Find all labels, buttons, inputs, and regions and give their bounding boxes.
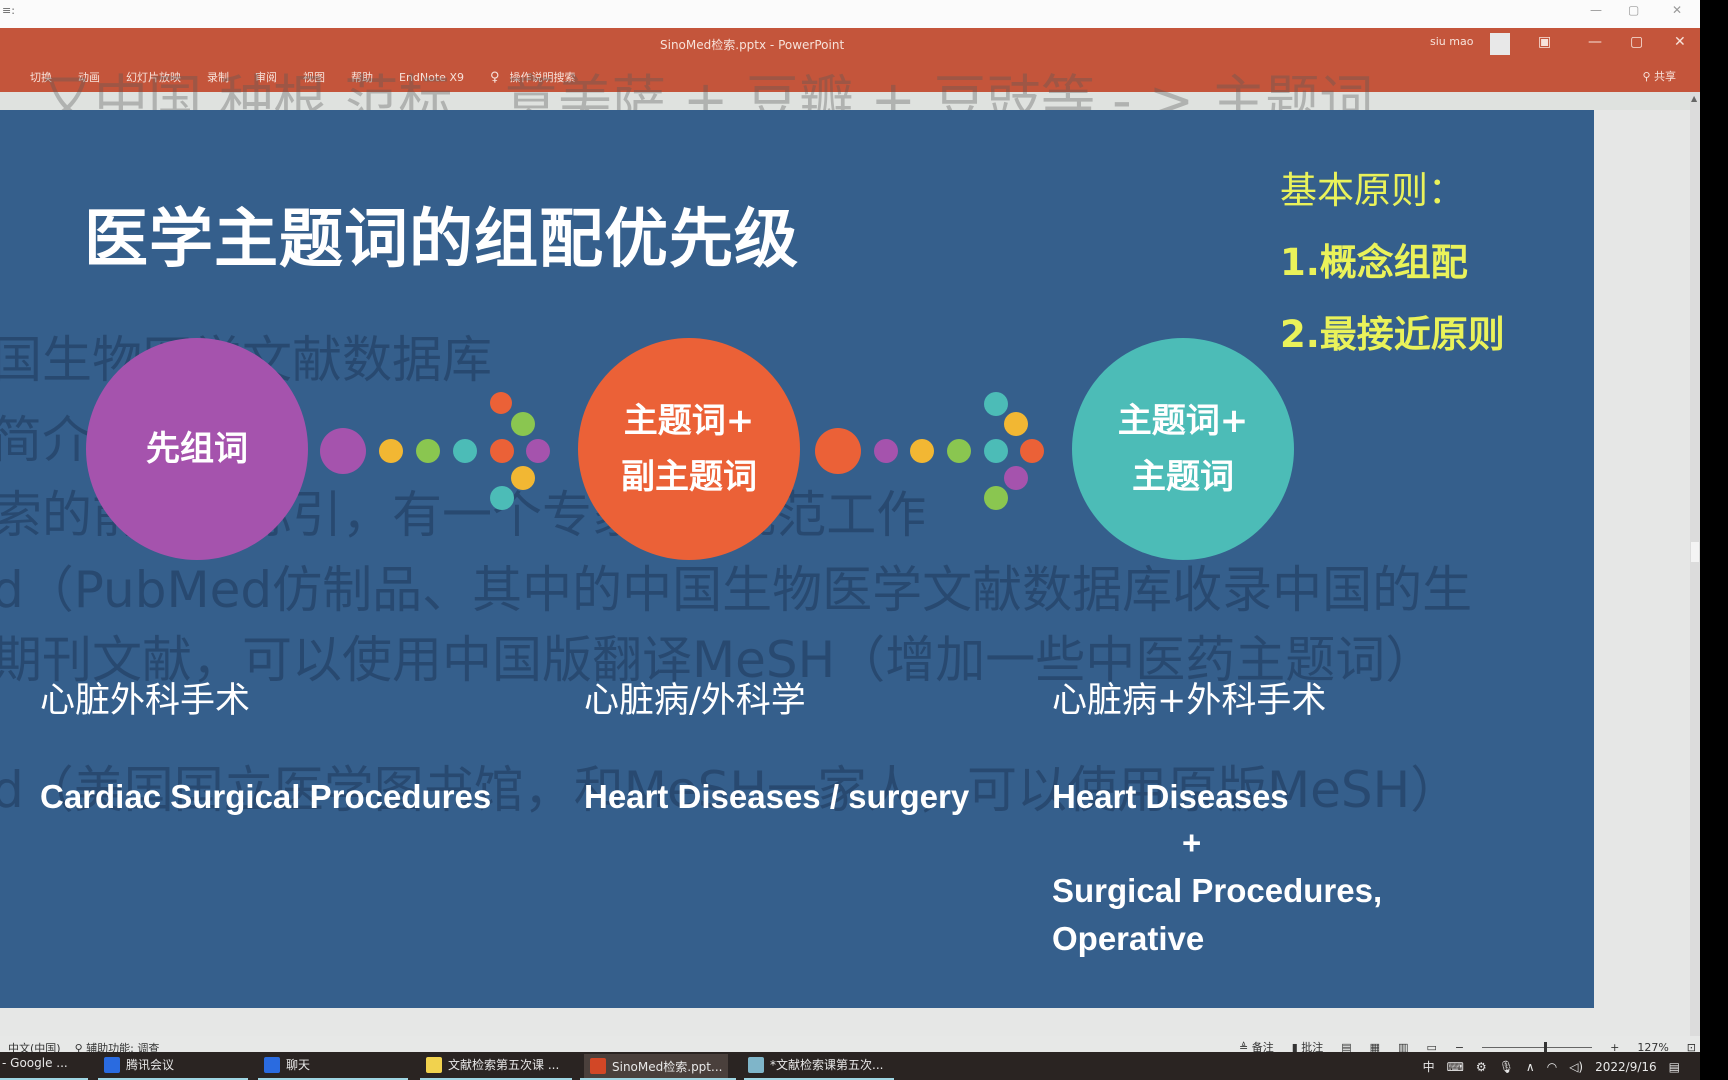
person-icon: ⚲: [1642, 70, 1654, 83]
term-en: Heart Diseases / surgery: [584, 778, 970, 815]
ime-indicator[interactable]: 中: [1423, 1058, 1435, 1075]
screen-edge: [1700, 0, 1728, 1080]
minimize-button[interactable]: —: [1590, 3, 1602, 17]
app-menu-icon[interactable]: ≡:: [2, 4, 15, 17]
clock-date[interactable]: 2022/9/16: [1595, 1060, 1657, 1074]
vertical-scrollbar[interactable]: ▲: [1690, 92, 1700, 1036]
microphone-icon[interactable]: 🎙: [1499, 1060, 1514, 1074]
circle-label: 先组词: [146, 429, 248, 469]
notifications-icon[interactable]: ▤: [1669, 1060, 1680, 1074]
arrow-dot: [1020, 439, 1044, 463]
arrow-dot: [947, 439, 971, 463]
scroll-up-icon[interactable]: ▲: [1691, 94, 1697, 103]
system-tray: 中 ⌨ ⚙ 🎙 ∧ ◠ ◁) 2022/9/16 ▤: [1423, 1058, 1680, 1075]
maximize-button[interactable]: ▢: [1628, 3, 1639, 17]
share-button[interactable]: ⚲ 共享: [1642, 68, 1676, 84]
ppt-close-button[interactable]: ✕: [1674, 34, 1686, 50]
taskbar-item-label: SinoMed检索.ppt...: [612, 1059, 723, 1074]
taskbar-item-chrome[interactable]: - Google ...: [2, 1056, 68, 1070]
circle-heading-heading: 主题词+ 主题词: [1072, 338, 1294, 560]
principles-box: 基本原则： 1.概念组配 2.最接近原则: [1280, 155, 1505, 371]
arrow-dot: [453, 439, 477, 463]
zoom-slider[interactable]: [1482, 1041, 1593, 1053]
term-en: Operative: [1052, 920, 1205, 957]
ghost-text-line: 简介: [0, 411, 92, 469]
settings-icon[interactable]: ⚙: [1476, 1060, 1487, 1074]
arrow-dot: [1004, 412, 1028, 436]
tencent-meeting-icon: [264, 1056, 280, 1073]
outer-window-titlebar: ≡: — ▢ ✕: [0, 0, 1700, 28]
ghost-text-line: d（PubMed仿制品、其中的中国生物医学文献数据库收录中国的生: [0, 561, 1473, 619]
user-name[interactable]: siu mao: [1430, 35, 1473, 48]
taskbar-item-powerpoint[interactable]: SinoMed检索.ppt...: [584, 1054, 729, 1078]
circle-heading-subheading: 主题词+ 副主题词: [578, 338, 800, 560]
arrow-dot: [984, 439, 1008, 463]
arrow-dot: [511, 466, 535, 490]
taskbar: - Google ... 腾讯会议 聊天 文献检索第五次课 ... SinoMe…: [0, 1052, 1700, 1080]
taskbar-item-label: 文献检索第五次课 ...: [448, 1058, 560, 1072]
ribbon-display-options-icon[interactable]: ▣: [1538, 34, 1551, 50]
ppt-restore-button[interactable]: ▢: [1630, 34, 1643, 50]
arrow-dot: [874, 439, 898, 463]
arrow-dot: [490, 486, 514, 510]
scroll-thumb[interactable]: [1691, 542, 1699, 562]
circle-precoordinated: 先组词: [86, 338, 308, 560]
taskbar-item-tencent-meeting[interactable]: 腾讯会议: [104, 1056, 174, 1073]
arrow-dot: [526, 439, 550, 463]
workspace-top-strip: 又中国 种根 范标 . 意美萨 + 豆瓣 + 豆豉等 - > 主题词: [0, 69, 1700, 132]
taskbar-item-label: 聊天: [286, 1058, 311, 1072]
principle-item: 2.最接近原则: [1280, 313, 1505, 356]
taskbar-item-label: *文献检索课第五次...: [770, 1058, 884, 1072]
arrow-dot: [320, 428, 366, 474]
tencent-meeting-icon: [104, 1056, 120, 1073]
taskbar-item-label: 腾讯会议: [126, 1058, 175, 1072]
circle-label: 主题词: [1132, 457, 1234, 497]
circle-label: 主题词+: [1117, 401, 1249, 441]
taskbar-item-notepad[interactable]: *文献检索课第五次...: [748, 1056, 883, 1073]
close-button[interactable]: ✕: [1672, 3, 1682, 17]
principle-item: 1.概念组配: [1280, 241, 1468, 284]
volume-icon[interactable]: ◁): [1569, 1060, 1583, 1074]
arrow-dot: [984, 392, 1008, 416]
taskbar-item-label: - Google ...: [2, 1056, 68, 1070]
arrow-dot: [416, 439, 440, 463]
arrow-dot: [379, 439, 403, 463]
show-hidden-icons[interactable]: ∧: [1526, 1060, 1535, 1074]
circle-label: 副主题词: [621, 457, 757, 497]
circle-label: 主题词+: [623, 401, 755, 441]
principles-heading: 基本原则：: [1280, 169, 1465, 212]
zoom-slider-knob[interactable]: [1544, 1041, 1548, 1053]
wifi-icon[interactable]: ◠: [1547, 1060, 1557, 1074]
arrow-dot: [1004, 466, 1028, 490]
slide-canvas[interactable]: 国生物医学文献数据库 简介 索的前提：标引，有一个专家B做规范工作 d（PubM…: [0, 110, 1594, 1008]
ppt-minimize-button[interactable]: —: [1588, 34, 1602, 50]
avatar[interactable]: [1490, 33, 1510, 55]
powerpoint-icon: [590, 1058, 606, 1074]
arrow-dot: [984, 486, 1008, 510]
share-label: 共享: [1654, 70, 1676, 83]
taskbar-item-folder[interactable]: 文献检索第五次课 ...: [426, 1056, 559, 1073]
term-en: Cardiac Surgical Procedures: [40, 778, 492, 815]
arrow-dot: [815, 428, 861, 474]
arrow-dot: [910, 439, 934, 463]
term-cn: 心脏外科手术: [40, 681, 251, 721]
term-en: Heart Diseases: [1052, 778, 1289, 815]
keyboard-icon[interactable]: ⌨: [1447, 1060, 1464, 1074]
taskbar-item-chat[interactable]: 聊天: [264, 1056, 310, 1073]
arrow-dot: [511, 412, 535, 436]
term-cn: 心脏病+外科手术: [1052, 681, 1327, 721]
folder-icon: [426, 1056, 442, 1073]
notepad-icon: [748, 1056, 764, 1073]
document-title: SinoMed检索.pptx - PowerPoint: [660, 38, 845, 52]
arrow-dot: [490, 439, 514, 463]
slide-title: 医学主题词的组配优先级: [84, 203, 799, 277]
arrow-dot: [490, 392, 512, 414]
term-en: Surgical Procedures,: [1052, 872, 1383, 909]
term-en-plus: +: [1182, 824, 1202, 861]
term-cn: 心脏病/外科学: [584, 681, 806, 721]
